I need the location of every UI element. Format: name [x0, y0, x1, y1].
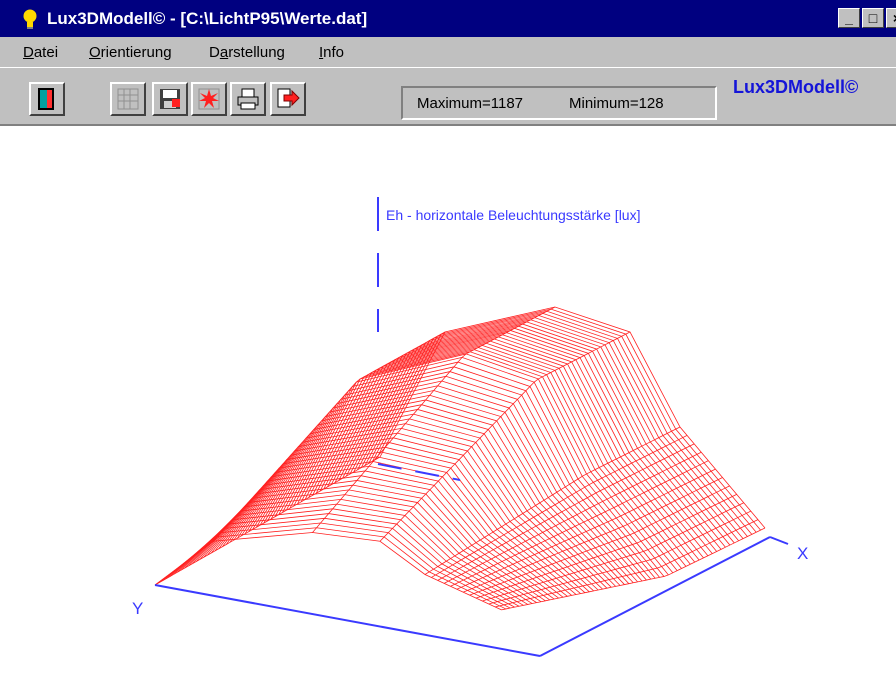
mesh-profile-line [225, 442, 586, 594]
mesh-profile-line [165, 517, 515, 608]
menu-info[interactable]: Info [319, 44, 344, 61]
exit-door-icon [38, 88, 54, 110]
mesh-profile-line [240, 423, 603, 590]
mesh-profile-line [203, 470, 559, 599]
x-axis-tick [769, 536, 789, 545]
plot-canvas[interactable]: Eh - horizontale Beleuchtungsstärke [lux… [0, 124, 896, 695]
minimum-value: Minimum=128 [569, 95, 664, 112]
menu-datei[interactable]: Datei [23, 44, 58, 61]
save-button[interactable] [152, 82, 188, 116]
menu-label: nfo [323, 44, 345, 61]
x-axis [539, 536, 771, 657]
mesh-profile-line [169, 513, 520, 607]
menu-label: rientierung [100, 44, 172, 61]
menu-darstellung[interactable]: Darstellung [209, 44, 285, 61]
toolbar: Maximum=1187 Minimum=128 Lux3DModell© [0, 67, 896, 125]
menu-accel: a [219, 44, 229, 61]
mesh-profile-line [229, 437, 590, 593]
exit-button[interactable] [29, 82, 65, 116]
mesh-ridge-line [154, 456, 381, 586]
x-axis-label: X [797, 544, 808, 563]
export-button[interactable] [270, 82, 306, 116]
menu-bar: Datei Orientierung Darstellung Info [0, 37, 896, 67]
mesh-profile-line [173, 508, 524, 606]
mesh-profile-line [233, 432, 594, 592]
lightbulb-icon [23, 9, 37, 29]
maximize-button[interactable]: □ [862, 8, 884, 28]
surface-mesh [154, 306, 766, 611]
brand-label: Lux3DModell© [733, 77, 859, 97]
menu-label: rstellung [228, 44, 285, 61]
plot-axes: Eh - horizontale Beleuchtungsstärke [lux… [132, 197, 808, 657]
menu-accel: O [89, 44, 101, 61]
menu-accel: D [23, 44, 34, 61]
y-axis-label: Y [132, 599, 143, 618]
mesh-profile-line [177, 503, 529, 605]
menu-label: D [209, 44, 220, 61]
value-range-display: Maximum=1187 Minimum=128 [401, 86, 717, 120]
grid-button[interactable] [110, 82, 146, 116]
export-arrow-icon [277, 88, 300, 108]
title-bar[interactable]: Lux3DModell© - [C:\LichtP95\Werte.dat] _… [0, 0, 896, 37]
print-button[interactable] [230, 82, 266, 116]
save-disk-icon [160, 89, 180, 109]
printer-icon [237, 88, 259, 110]
menu-label: atei [33, 44, 59, 61]
surface-plot: Eh - horizontale Beleuchtungsstärke [lux… [132, 197, 808, 657]
maximum-value: Maximum=1187 [417, 95, 524, 112]
window-title: Lux3DModell© - [C:\LichtP95\Werte.dat] [47, 9, 368, 28]
burst-button[interactable] [191, 82, 227, 116]
close-button[interactable]: × [886, 8, 896, 28]
menu-orientierung[interactable]: Orientierung [89, 44, 172, 61]
z-axis-label: Eh - horizontale Beleuchtungsstärke [lux… [386, 207, 640, 223]
minimize-button[interactable]: _ [838, 8, 860, 28]
grid-icon [117, 88, 139, 110]
burst-icon [198, 88, 220, 110]
